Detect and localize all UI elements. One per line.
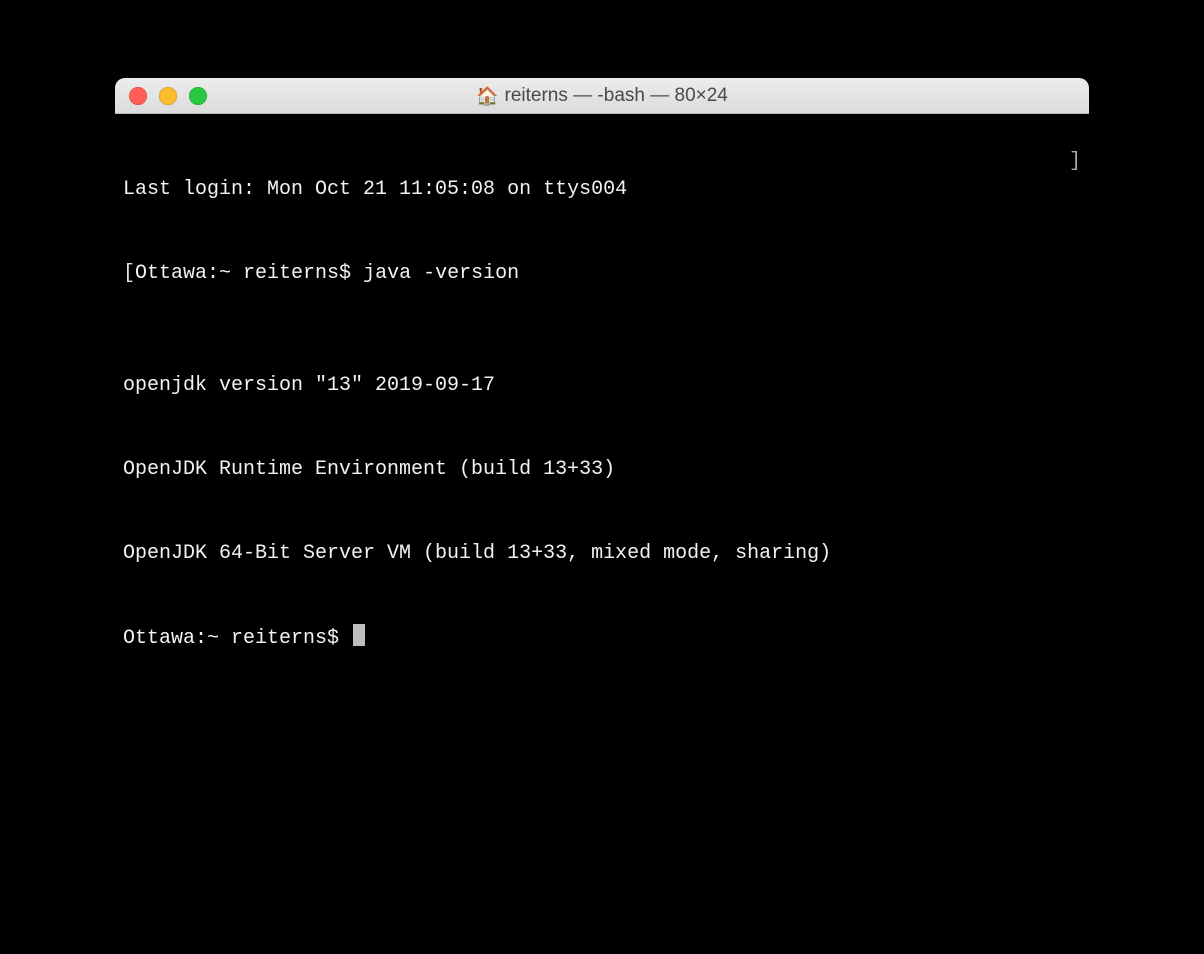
prompt-1: Ottawa:~ reiterns$	[135, 262, 363, 285]
home-icon: 🏠	[476, 87, 498, 105]
cursor	[353, 624, 365, 646]
window-title-text: reiterns — -bash — 80×24	[505, 85, 728, 107]
titlebar[interactable]: 🏠 reiterns — -bash — 80×24	[115, 78, 1089, 114]
prompt-2: Ottawa:~ reiterns$	[123, 627, 351, 650]
output-line-1: openjdk version "13" 2019-09-17	[123, 372, 1081, 400]
window-title: 🏠 reiterns — -bash — 80×24	[115, 85, 1089, 107]
command-1: java -version	[363, 262, 519, 285]
output-line-3: OpenJDK 64-Bit Server VM (build 13+33, m…	[123, 540, 1081, 568]
terminal-body[interactable]: Last login: Mon Oct 21 11:05:08 on ttys0…	[115, 114, 1089, 804]
traffic-lights	[115, 87, 207, 105]
zoom-button[interactable]	[189, 87, 207, 105]
last-login-line: Last login: Mon Oct 21 11:05:08 on ttys0…	[123, 176, 1081, 204]
close-button[interactable]	[129, 87, 147, 105]
output-line-2: OpenJDK Runtime Environment (build 13+33…	[123, 456, 1081, 484]
minimize-button[interactable]	[159, 87, 177, 105]
right-bracket-glyph: ]	[1069, 148, 1081, 176]
prompt-line-2: Ottawa:~ reiterns$	[123, 624, 1081, 653]
prompt-line-1: [Ottawa:~ reiterns$ java -version	[123, 260, 1081, 288]
left-bracket-glyph: [	[123, 262, 135, 285]
terminal-window: 🏠 reiterns — -bash — 80×24 Last login: M…	[115, 78, 1089, 804]
